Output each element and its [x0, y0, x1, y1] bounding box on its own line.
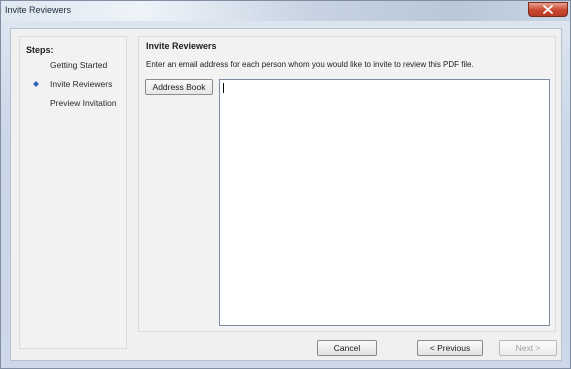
step-preview-invitation: Preview Invitation	[50, 98, 117, 108]
text-caret	[223, 83, 224, 93]
title-bar[interactable]: Invite Reviewers	[1, 1, 570, 21]
next-button[interactable]: Next >	[499, 340, 557, 356]
address-book-button[interactable]: Address Book	[145, 79, 213, 95]
window-title: Invite Reviewers	[5, 5, 72, 15]
cancel-button[interactable]: Cancel	[317, 340, 377, 356]
steps-heading: Steps:	[26, 45, 54, 55]
close-button[interactable]	[528, 2, 568, 17]
invite-reviewers-panel: Invite Reviewers Enter an email address …	[138, 36, 556, 332]
step-getting-started: Getting Started	[50, 60, 108, 70]
panel-heading: Invite Reviewers	[146, 41, 217, 51]
steps-panel: Steps: Getting Started Invite Reviewers …	[19, 36, 127, 349]
step-invite-reviewers: Invite Reviewers	[50, 79, 113, 89]
current-step-diamond-icon	[33, 81, 39, 87]
previous-button[interactable]: < Previous	[417, 340, 483, 356]
close-icon	[543, 5, 553, 14]
instructions-text: Enter an email address for each person w…	[146, 60, 474, 69]
email-addresses-field[interactable]	[219, 79, 550, 326]
